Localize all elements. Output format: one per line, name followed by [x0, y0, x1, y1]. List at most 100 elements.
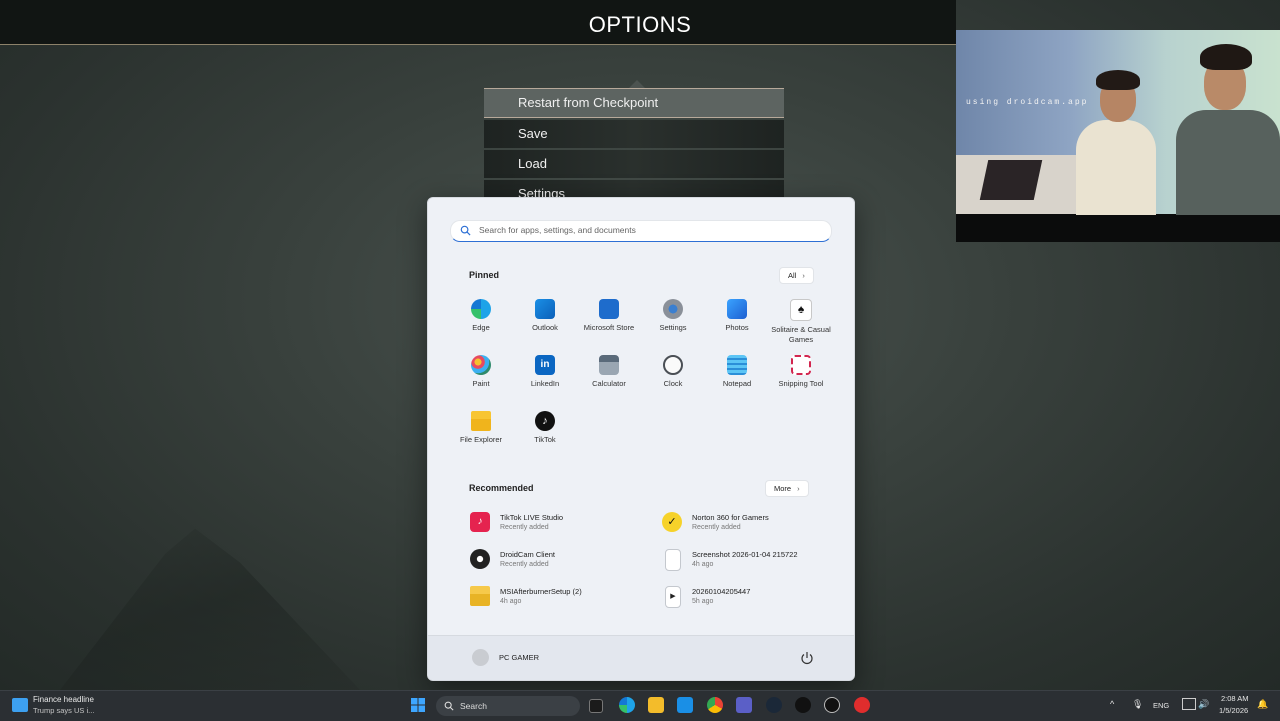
- pinned-app-label: Settings: [659, 323, 687, 332]
- pinned-app-notepad[interactable]: Notepad: [705, 355, 769, 389]
- linkedin-icon: in: [535, 355, 555, 375]
- store-icon: [599, 299, 619, 319]
- user-name[interactable]: PC GAMER: [499, 653, 539, 662]
- zip-folder-icon: [470, 586, 490, 606]
- taskbar-search-label: Search: [460, 701, 487, 711]
- pinned-app-tiktok[interactable]: ♪ TikTok: [513, 411, 577, 445]
- notification-bell-icon[interactable]: 🔔: [1257, 699, 1268, 710]
- recommended-item-time: 4h ago: [500, 598, 522, 605]
- widget-subtext[interactable]: Trump says US i...: [33, 706, 94, 715]
- clock-icon: [663, 355, 683, 375]
- recommended-item-name: Screenshot 2026-01-04 215722: [692, 550, 798, 559]
- pinned-app-label: Paint: [472, 379, 490, 388]
- recommended-item-screenshot[interactable]: Screenshot 2026-01-04 215722 4h ago: [662, 546, 842, 574]
- droidcam-icon: [470, 549, 490, 569]
- image-file-icon: [665, 549, 681, 571]
- outlook-taskbar-icon[interactable]: [677, 697, 693, 713]
- pinned-app-clock[interactable]: Clock: [641, 355, 705, 389]
- tiktok-icon: ♪: [535, 411, 555, 431]
- search-icon: [444, 701, 454, 711]
- recommended-item-video[interactable]: ▶ 20260104205447 5h ago: [662, 583, 842, 611]
- pinned-app-photos[interactable]: Photos: [705, 299, 769, 333]
- recommended-item-name: 20260104205447: [692, 587, 751, 596]
- webcam-overlay: using droidcam.app: [956, 30, 1280, 242]
- taskbar-search[interactable]: Search: [436, 696, 580, 716]
- taskbar: Finance headline Trump says US i... Sear…: [0, 690, 1280, 721]
- person-left-hair: [1096, 70, 1140, 90]
- person-right-hair: [1200, 44, 1252, 70]
- power-icon[interactable]: [800, 651, 814, 665]
- snipping-tool-icon: [791, 355, 811, 375]
- settings-gear-icon: [663, 299, 683, 319]
- all-apps-button[interactable]: All ›: [779, 267, 814, 284]
- webcam-person-right: [1176, 40, 1280, 215]
- edge-taskbar-icon[interactable]: [619, 697, 635, 713]
- menu-load[interactable]: Load: [484, 150, 784, 178]
- chevron-right-icon: ›: [802, 271, 805, 280]
- pinned-app-linkedin[interactable]: in LinkedIn: [513, 355, 577, 389]
- widget-headline[interactable]: Finance headline: [33, 695, 94, 704]
- recommended-heading: Recommended: [469, 483, 534, 493]
- recommended-item-msi-afterburner[interactable]: MSIAfterburnerSetup (2) 4h ago: [470, 583, 650, 611]
- pinned-app-label: Edge: [472, 323, 490, 332]
- menu-save[interactable]: Save: [484, 120, 784, 148]
- pinned-app-microsoft-store[interactable]: Microsoft Store: [577, 299, 641, 333]
- pinned-heading: Pinned: [469, 270, 500, 280]
- file-explorer-taskbar-icon[interactable]: [648, 697, 664, 713]
- webcam-person-left: [1076, 70, 1156, 215]
- widgets-icon[interactable]: [12, 698, 28, 712]
- recommended-item-droidcam[interactable]: DroidCam Client Recently added: [470, 546, 650, 574]
- microphone-icon[interactable]: 🎙: [1132, 699, 1143, 710]
- language-indicator[interactable]: ENG: [1153, 701, 1169, 710]
- edge-icon: [471, 299, 491, 319]
- game-options-menu: Restart from Checkpoint Save Load Settin…: [484, 80, 784, 210]
- windows-start-icon[interactable]: [410, 697, 426, 713]
- start-search-placeholder: Search for apps, settings, and documents: [479, 225, 636, 235]
- photos-icon: [727, 299, 747, 319]
- start-footer: PC GAMER: [428, 635, 854, 680]
- calculator-icon: [599, 355, 619, 375]
- pinned-app-label: Outlook: [532, 323, 558, 332]
- task-view-icon[interactable]: [589, 699, 603, 713]
- chevron-up-icon[interactable]: ^: [1110, 699, 1114, 709]
- chevron-right-icon: ›: [797, 484, 800, 493]
- pinned-app-label: File Explorer: [459, 435, 503, 444]
- pinned-app-label: Calculator: [592, 379, 626, 388]
- folder-icon: [471, 411, 491, 431]
- pinned-app-snipping-tool[interactable]: Snipping Tool: [769, 355, 833, 389]
- more-button[interactable]: More ›: [765, 480, 809, 497]
- pinned-app-paint[interactable]: Paint: [449, 355, 513, 389]
- recommended-item-time: 4h ago: [692, 561, 714, 568]
- chrome-taskbar-icon[interactable]: [707, 697, 723, 713]
- menu-restart-checkpoint[interactable]: Restart from Checkpoint: [484, 88, 784, 118]
- pinned-app-solitaire[interactable]: ♠ Solitaire & Casual Games: [769, 299, 833, 345]
- recommended-item-name: Norton 360 for Gamers: [692, 513, 769, 522]
- video-file-icon: ▶: [665, 586, 681, 608]
- recommended-item-tiktok-live-studio[interactable]: ♪ TikTok LIVE Studio Recently added: [470, 509, 650, 537]
- network-icon[interactable]: [1182, 698, 1196, 710]
- droidcam-taskbar-icon[interactable]: [824, 697, 840, 713]
- volume-icon[interactable]: 🔊: [1198, 699, 1209, 710]
- pinned-app-settings[interactable]: Settings: [641, 299, 705, 333]
- pinned-app-file-explorer[interactable]: File Explorer: [449, 411, 513, 445]
- user-avatar[interactable]: [472, 649, 489, 666]
- pinned-app-label: Solitaire & Casual Games: [771, 325, 831, 344]
- outlook-icon: [535, 299, 555, 319]
- teams-taskbar-icon[interactable]: [736, 697, 752, 713]
- start-search-input[interactable]: Search for apps, settings, and documents: [450, 220, 832, 242]
- recommended-item-norton[interactable]: ✓ Norton 360 for Gamers Recently added: [662, 509, 842, 537]
- steam-taskbar-icon[interactable]: [766, 697, 782, 713]
- pinned-app-outlook[interactable]: Outlook: [513, 299, 577, 333]
- clock-date[interactable]: 1/5/2026: [1219, 706, 1248, 715]
- pinned-app-label: LinkedIn: [530, 379, 560, 388]
- opera-taskbar-icon[interactable]: [854, 697, 870, 713]
- clock-time[interactable]: 2:08 AM: [1221, 694, 1249, 703]
- pinned-app-edge[interactable]: Edge: [449, 299, 513, 333]
- app-taskbar-icon[interactable]: [795, 697, 811, 713]
- pinned-app-label: TikTok: [534, 435, 556, 444]
- recommended-item-time: Recently added: [692, 524, 741, 531]
- pinned-app-calculator[interactable]: Calculator: [577, 355, 641, 389]
- paint-icon: [471, 355, 491, 375]
- recommended-item-time: Recently added: [500, 524, 549, 531]
- notepad-icon: [727, 355, 747, 375]
